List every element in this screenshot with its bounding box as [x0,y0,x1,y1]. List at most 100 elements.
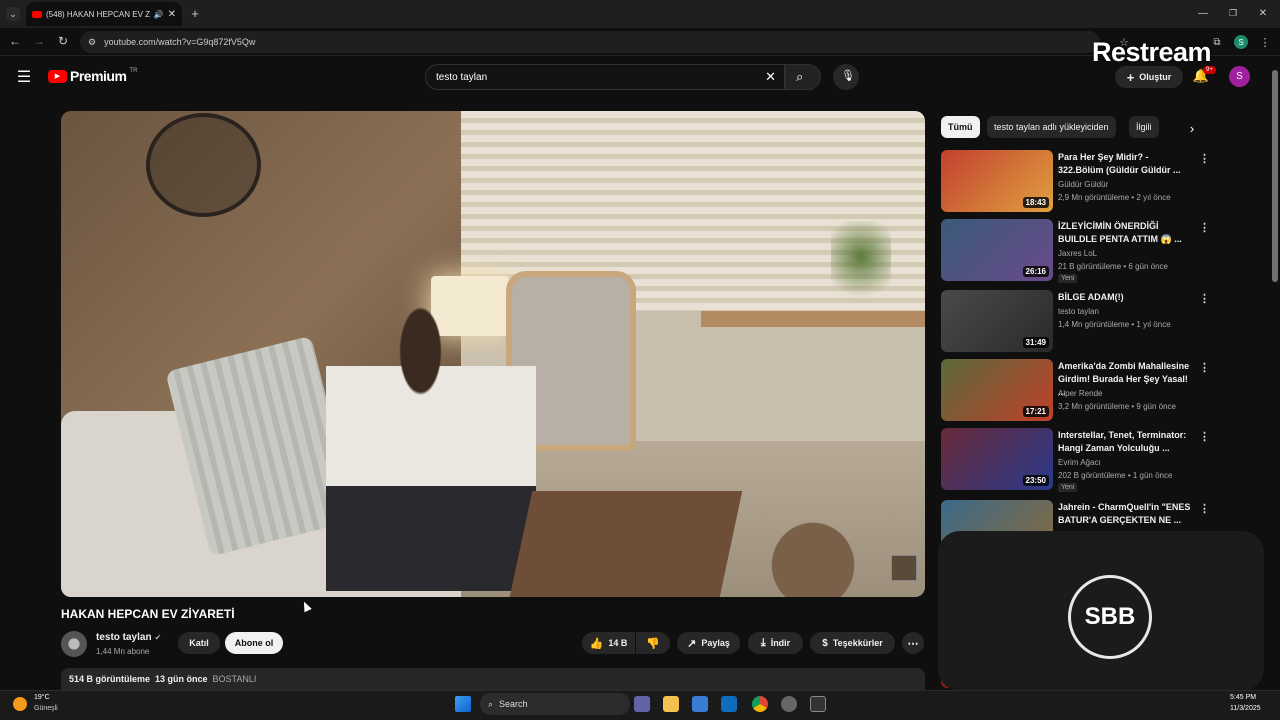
page-scrollbar[interactable] [1272,70,1278,282]
join-button[interactable]: Katıl [178,632,220,654]
recommendation-3[interactable]: 31:49 BİLGE ADAM(!) testo taylan 1,4 Mn … [941,290,1211,352]
rec-thumbnail[interactable]: 18:43 [941,150,1053,212]
close-window-icon[interactable]: ✕ [1256,6,1270,20]
thumbs-down-icon: 👎 [646,637,660,650]
hamburger-menu-icon[interactable]: ☰ [16,69,32,86]
share-button[interactable]: ↗ Paylaş [677,632,740,654]
more-actions-button[interactable]: ⋯ [902,632,924,654]
rec-title[interactable]: Interstellar, Tenet, Terminator: Hangi Z… [1058,429,1196,455]
site-info-icon[interactable]: ⚙ [88,37,96,48]
rec-channel[interactable]: Evrim Ağacı [1058,458,1101,467]
thanks-label: Teşekkürler [832,638,883,648]
voice-search-button[interactable]: 🎙 [833,64,859,90]
rec-menu-icon[interactable]: ⋮ [1199,292,1210,305]
back-icon[interactable]: ← [8,34,22,48]
logo-country: TR [129,68,138,74]
teams-icon[interactable] [634,696,650,712]
channel-avatar[interactable] [61,631,87,657]
download-icon: ⤓ [760,636,766,649]
youtube-play-icon: ▶ [48,69,67,83]
rec-menu-icon[interactable]: ⋮ [1199,430,1210,443]
new-tab-icon[interactable]: + [188,6,202,21]
weather-sun-icon[interactable] [13,697,27,711]
location-tag[interactable]: BOSTANLI [213,674,257,684]
chrome-icon[interactable] [752,696,768,712]
youtube-logo[interactable]: ▶ Premium TR [48,68,137,84]
search-input[interactable]: testo taylan ✕ [425,64,785,90]
rec-thumbnail[interactable]: 26:16 [941,219,1053,281]
tab-search-icon[interactable]: ⌄ [6,7,20,21]
rec-thumbnail[interactable]: 23:50 [941,428,1053,490]
create-button[interactable]: + Oluştur [1115,66,1183,88]
recommendation-2[interactable]: 26:16 İZLEYİCİMİN ÖNERDİĞİ BUILDLE PENTA… [941,219,1211,283]
rec-new-badge: Yeni [1058,274,1078,283]
rec-menu-icon[interactable]: ⋮ [1199,152,1210,165]
download-button[interactable]: ⤓ İndir [748,632,803,654]
thanks-button[interactable]: $ Teşekkürler [810,632,895,654]
chips-next-icon[interactable]: › [1184,120,1200,136]
audio-icon[interactable]: 🔊 [154,10,164,19]
windows-start-icon[interactable] [455,696,471,712]
rec-channel[interactable]: Güldür Güldür [1058,180,1108,189]
rec-title[interactable]: Para Her Şey Midir? - 322.Bölüm (Güldür … [1058,151,1196,177]
terminal-icon[interactable] [810,696,826,712]
rec-menu-icon[interactable]: ⋮ [1199,361,1210,374]
minimize-icon[interactable]: — [1196,6,1210,20]
wall-clock [146,113,261,217]
upload-age: 13 gün önce [155,674,208,684]
profile-avatar[interactable]: S [1234,35,1248,49]
reload-icon[interactable]: ↻ [56,34,70,48]
rec-new-badge: Yeni [1058,483,1078,492]
dislike-button[interactable]: 👎 [636,632,670,654]
subscribe-label: Abone ol [234,638,274,648]
store-icon[interactable] [692,696,708,712]
rec-menu-icon[interactable]: ⋮ [1199,502,1210,515]
rec-title[interactable]: İZLEYİCİMİN ÖNERDİĞİ BUILDLE PENTA ATTIM… [1058,220,1196,246]
recommendation-4[interactable]: 17:21 Amerika'da Zombi Mahallesine Girdi… [941,359,1211,421]
weather-temp[interactable]: 19°C [34,694,50,701]
subscribe-button[interactable]: Abone ol [225,632,283,654]
account-avatar[interactable]: S [1229,66,1250,87]
search-button[interactable]: ⌕ [785,64,821,90]
weather-desc[interactable]: Güneşli [34,705,58,712]
restore-icon[interactable]: ❐ [1226,6,1240,20]
rec-title[interactable]: BİLGE ADAM(!) [1058,291,1196,304]
clock-time[interactable]: 5:45 PM [1230,694,1256,701]
channel-name[interactable]: testo taylan [96,632,152,643]
like-button[interactable]: 👍 14 B [582,632,635,654]
rec-channel[interactable]: Jaxres LoL [1058,249,1097,258]
taskbar-search[interactable]: ⌕ Search [480,693,630,715]
thumbs-up-icon: 👍 [589,637,604,650]
file-explorer-icon[interactable] [663,696,679,712]
channel-name-row[interactable]: testo taylan ✔ [96,632,161,643]
clear-search-icon[interactable]: ✕ [765,69,776,85]
taskbar-search-label: Search [499,699,528,709]
browser-menu-icon[interactable]: ⋮ [1258,35,1272,49]
more-icon: ⋯ [907,637,919,650]
extensions-icon[interactable]: ⧉ [1210,35,1224,49]
chip-related[interactable]: İlgili [1129,116,1159,138]
rec-thumbnail[interactable]: 17:21 [941,359,1053,421]
browser-tab[interactable]: (548) HAKAN HEPCAN EV Z 🔊 ✕ [26,2,182,26]
search-value: testo taylan [436,71,488,83]
outlook-icon[interactable] [721,696,737,712]
rec-menu-icon[interactable]: ⋮ [1199,221,1210,234]
rec-channel[interactable]: testo taylan [1058,307,1099,316]
clock-date[interactable]: 11/3/2025 [1230,705,1261,712]
recommendation-5[interactable]: 23:50 Interstellar, Tenet, Terminator: H… [941,428,1211,492]
url-field[interactable]: ⚙ youtube.com/watch?v=G9q872fV5Qw [80,31,1100,53]
tab-close-icon[interactable]: ✕ [168,9,176,20]
chip-from-uploader[interactable]: testo taylan adlı yükleyiciden [987,116,1116,138]
settings-icon[interactable] [781,696,797,712]
chip-all[interactable]: Tümü [941,116,980,138]
rec-title[interactable]: Jahrein - CharmQuell'in "ENES BATUR'A GE… [1058,501,1196,527]
create-label: Oluştur [1139,72,1172,82]
forward-icon[interactable]: → [32,34,46,48]
recommendation-1[interactable]: 18:43 Para Her Şey Midir? - 322.Bölüm (G… [941,150,1211,212]
notification-count-badge: 9+ [1203,66,1216,74]
video-player[interactable] [61,111,925,597]
rec-channel[interactable]: Alper Rende [1058,389,1102,398]
rec-thumbnail[interactable]: 31:49 [941,290,1053,352]
join-label: Katıl [189,638,209,648]
description-box[interactable]: 514 B görüntüleme 13 gün önce BOSTANLI [61,668,925,690]
